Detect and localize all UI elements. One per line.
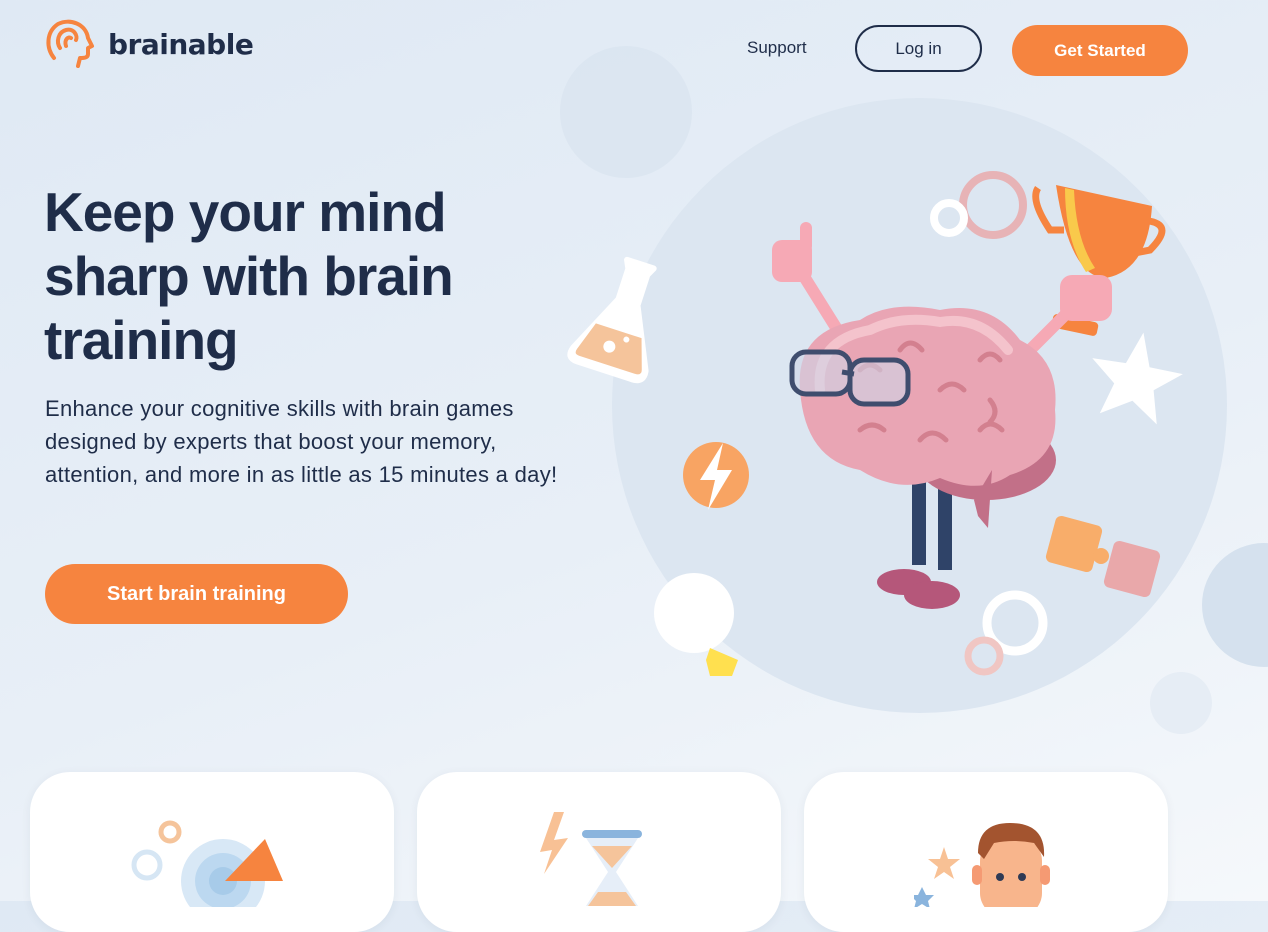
get-started-button[interactable]: Get Started: [1012, 25, 1188, 76]
start-training-button[interactable]: Start brain training: [45, 564, 348, 624]
bg-circle-right: [1202, 543, 1268, 667]
puzzle-icon: [1045, 515, 1161, 598]
target-icon: [125, 817, 285, 907]
bg-circle-small: [560, 46, 692, 178]
lightbulb-icon: [654, 573, 738, 676]
head-icon: [44, 18, 96, 70]
logo[interactable]: brainable: [44, 18, 254, 70]
feature-card[interactable]: [30, 772, 394, 932]
person-icon: [914, 817, 1064, 907]
login-button[interactable]: Log in: [855, 25, 982, 72]
hero-description: Enhance your cognitive skills with brain…: [45, 396, 558, 487]
flask-icon: [567, 256, 657, 384]
feature-card[interactable]: [417, 772, 781, 932]
nav-support-link[interactable]: Support: [747, 38, 807, 58]
lightning-icon: [683, 442, 749, 510]
star-icon: [1092, 332, 1183, 425]
hero-title: Keep your mind sharp with brain training: [44, 181, 454, 371]
feature-card[interactable]: [804, 772, 1168, 932]
brand-name: brainable: [108, 27, 254, 61]
hero-illustration: [560, 160, 1200, 700]
hourglass-icon: [532, 812, 672, 912]
